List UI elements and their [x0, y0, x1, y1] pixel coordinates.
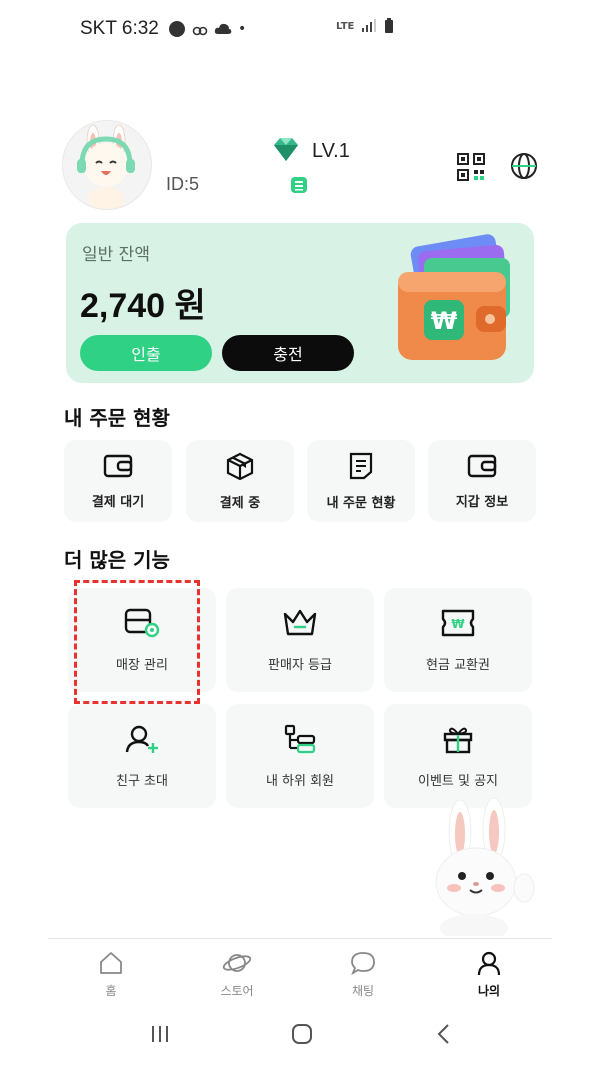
status-time: SKT 6:32	[80, 18, 159, 39]
nav-divider	[48, 938, 552, 939]
globe-icon[interactable]	[510, 152, 538, 180]
sub-member-tile[interactable]: 내 하위 회원	[226, 704, 374, 808]
wallet-icon	[103, 454, 133, 477]
bunny-avatar-icon	[63, 121, 151, 209]
feature-label: 판매자 등급	[268, 657, 332, 673]
nav-label: 채팅	[351, 984, 375, 998]
wallet-icon: ₩	[398, 234, 510, 360]
network-label: LTE	[336, 20, 355, 32]
feature-label: 이벤트 및 공지	[417, 773, 499, 789]
nav-chat[interactable]: 채팅	[318, 950, 408, 999]
svg-text:₩: ₩	[451, 617, 465, 631]
home-button-icon[interactable]	[290, 1022, 314, 1046]
features-title: 더 많은 기능	[64, 548, 170, 572]
status-bar: SKT 6:32 • LTE	[0, 0, 600, 60]
feature-label: 친구 초대	[116, 773, 168, 789]
order-paying-tile[interactable]: 결제 중	[186, 440, 294, 522]
orders-title: 내 주문 현황	[64, 406, 170, 430]
nav-label: 나의	[477, 984, 501, 998]
user-id: ID:5	[166, 174, 200, 194]
withdraw-button[interactable]: 인출	[80, 335, 212, 371]
signal-icon	[362, 19, 377, 32]
status-icons: •	[168, 20, 246, 38]
feature-label: 내 하위 회원	[265, 773, 335, 789]
avatar[interactable]	[62, 120, 152, 210]
link-icon	[192, 26, 208, 36]
diamond-icon	[274, 138, 298, 161]
order-label: 지갑 정보	[455, 494, 509, 510]
feature-label: 현금 교환권	[426, 657, 490, 673]
invite-friend-tile[interactable]: 친구 초대	[68, 704, 216, 808]
wallet-info-tile[interactable]: 지갑 정보	[428, 440, 536, 522]
wallet-currency: ₩	[431, 307, 458, 335]
qr-code-icon[interactable]	[456, 152, 486, 182]
bunny-mascot	[420, 796, 540, 942]
chat-icon	[351, 952, 375, 976]
document-icon	[349, 452, 373, 479]
nav-label: 스토어	[220, 984, 254, 998]
nav-my[interactable]: 나의	[444, 950, 534, 999]
wallet-icon	[467, 454, 497, 477]
planet-icon	[222, 954, 252, 972]
bunny-icon	[435, 797, 535, 942]
card-icon[interactable]	[290, 176, 308, 194]
battery-icon	[385, 18, 394, 33]
status-right: LTE	[336, 18, 394, 34]
back-icon[interactable]	[432, 1022, 456, 1046]
nav-label: 홈	[105, 984, 117, 998]
order-label: 결제 중	[219, 495, 261, 511]
order-status-tile[interactable]: 내 주문 현황	[307, 440, 415, 522]
home-icon	[100, 952, 122, 974]
balance-label: 일반 잔액	[82, 245, 150, 265]
cash-voucher-tile[interactable]: ₩ 현금 교환권	[384, 588, 532, 692]
wallet-illustration: ₩	[384, 226, 524, 376]
voucher-icon: ₩	[441, 609, 475, 636]
notification-icon	[169, 21, 185, 37]
status-dot: •	[238, 21, 247, 37]
gift-icon	[443, 727, 473, 753]
person-icon	[477, 951, 501, 976]
crown-icon	[283, 609, 317, 635]
invite-user-icon	[125, 725, 158, 753]
level-label: LV.1	[312, 140, 350, 162]
nav-store[interactable]: 스토어	[192, 950, 282, 999]
balance-amount: 2,740 원	[80, 287, 206, 325]
box-icon	[226, 452, 254, 480]
charge-button[interactable]: 충전	[222, 335, 354, 371]
event-notice-tile[interactable]: 이벤트 및 공지	[384, 704, 532, 808]
recent-apps-icon[interactable]	[148, 1022, 172, 1046]
seller-grade-tile[interactable]: 판매자 등급	[226, 588, 374, 692]
nav-home[interactable]: 홈	[66, 950, 156, 999]
order-label: 내 주문 현황	[326, 495, 396, 511]
order-pending-tile[interactable]: 결제 대기	[64, 440, 172, 522]
cloud-icon	[214, 23, 232, 34]
highlight-box	[74, 580, 200, 704]
order-label: 결제 대기	[91, 494, 145, 510]
hierarchy-icon	[284, 724, 316, 753]
